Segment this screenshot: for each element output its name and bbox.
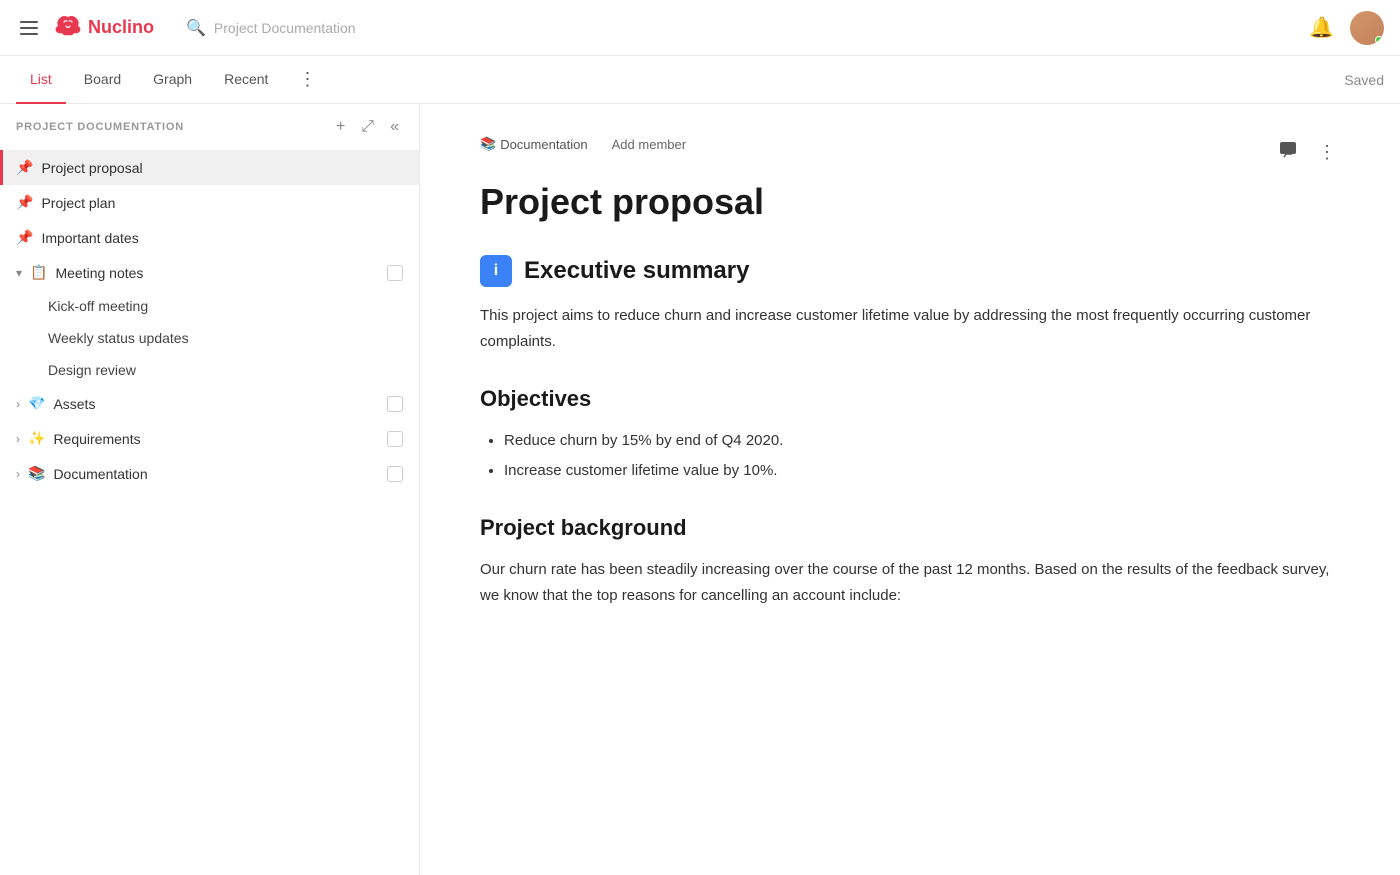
sidebar-item-label: Meeting notes	[55, 265, 379, 281]
top-right-actions: 🔔	[1309, 11, 1384, 45]
sidebar-item-weekly-status[interactable]: Weekly status updates	[32, 322, 419, 354]
sidebar-title: PROJECT DOCUMENTATION	[16, 121, 324, 133]
objective-item: Increase customer lifetime value by 10%.	[504, 458, 1340, 484]
sidebar-item-label: Project plan	[41, 195, 403, 211]
sidebar-header-actions: + ⤢ «	[332, 116, 403, 138]
pin-icon: 📌	[16, 229, 33, 246]
objectives-heading: Objectives	[480, 386, 1340, 412]
sparkle-icon: ✨	[28, 430, 45, 447]
sidebar-item-design-review[interactable]: Design review	[32, 354, 419, 386]
sidebar-item-project-plan[interactable]: 📌 Project plan	[0, 185, 419, 220]
comments-button[interactable]	[1274, 136, 1302, 169]
tab-recent[interactable]: Recent	[210, 56, 282, 104]
sidebar-item-kickoff[interactable]: Kick-off meeting	[32, 290, 419, 322]
project-background-heading: Project background	[480, 515, 1340, 541]
item-checkbox[interactable]	[387, 265, 403, 281]
breadcrumb: 📚 Documentation Add member	[480, 136, 686, 152]
child-item-label: Kick-off meeting	[48, 298, 148, 314]
sidebar-item-requirements[interactable]: › ✨ Requirements	[0, 421, 419, 456]
notifications-icon[interactable]: 🔔	[1309, 15, 1334, 40]
tab-board[interactable]: Board	[70, 56, 135, 104]
section-executive-summary: i Executive summary This project aims to…	[480, 255, 1340, 354]
saved-status: Saved	[1344, 72, 1384, 88]
logo[interactable]: Nuclino	[54, 14, 154, 42]
books-icon: 📚	[28, 465, 45, 482]
objectives-list: Reduce churn by 15% by end of Q4 2020. I…	[480, 428, 1340, 483]
hamburger-menu[interactable]	[16, 17, 42, 39]
section-objectives: Objectives Reduce churn by 15% by end of…	[480, 386, 1340, 483]
sidebar: PROJECT DOCUMENTATION + ⤢ « 📌 Project pr…	[0, 104, 420, 875]
sidebar-item-label: Documentation	[53, 466, 379, 482]
chevron-right-icon: ›	[16, 397, 20, 411]
search-icon: 🔍	[186, 18, 206, 38]
child-item-label: Weekly status updates	[48, 330, 189, 346]
content-area: 📚 Documentation Add member ⋮ Project pro…	[420, 104, 1400, 875]
breadcrumb-label: Documentation	[500, 137, 587, 152]
item-checkbox[interactable]	[387, 466, 403, 482]
child-item-label: Design review	[48, 362, 136, 378]
pin-icon: 📌	[16, 194, 33, 211]
chevron-right-icon: ›	[16, 432, 20, 446]
chevron-down-icon: ▾	[16, 266, 22, 280]
section-heading: i Executive summary	[480, 255, 1340, 287]
tab-list[interactable]: List	[16, 56, 66, 104]
add-member-link[interactable]: Add member	[612, 137, 686, 152]
sidebar-item-label: Assets	[53, 396, 379, 412]
diamond-icon: 💎	[28, 395, 45, 412]
more-options-icon[interactable]: ⋮	[290, 65, 324, 94]
sidebar-item-documentation[interactable]: › 📚 Documentation	[0, 456, 419, 491]
sidebar-item-assets[interactable]: › 💎 Assets	[0, 386, 419, 421]
search-bar[interactable]: 🔍 Project Documentation	[186, 18, 586, 38]
section-project-background: Project background Our churn rate has be…	[480, 515, 1340, 608]
logo-brain-icon	[54, 14, 82, 42]
item-checkbox[interactable]	[387, 431, 403, 447]
item-checkbox[interactable]	[387, 396, 403, 412]
sidebar-item-label: Project proposal	[41, 160, 403, 176]
sidebar-header: PROJECT DOCUMENTATION + ⤢ «	[0, 104, 419, 150]
breadcrumb-documentation-link[interactable]: 📚 Documentation	[480, 136, 588, 152]
more-doc-options-button[interactable]: ⋮	[1314, 138, 1340, 167]
section-heading-text: Executive summary	[524, 257, 749, 285]
breadcrumb-docs-icon: 📚	[480, 136, 496, 152]
doc-header-row: 📚 Documentation Add member ⋮	[480, 136, 1340, 172]
tab-graph[interactable]: Graph	[139, 56, 206, 104]
logo-text: Nuclino	[88, 17, 154, 38]
meeting-notes-children: Kick-off meeting Weekly status updates D…	[0, 290, 419, 386]
sidebar-item-important-dates[interactable]: 📌 Important dates	[0, 220, 419, 255]
collapse-sidebar-button[interactable]: «	[386, 116, 403, 138]
executive-summary-body: This project aims to reduce churn and in…	[480, 303, 1340, 354]
top-nav: Nuclino 🔍 Project Documentation 🔔	[0, 0, 1400, 56]
avatar[interactable]	[1350, 11, 1384, 45]
document-title: Project proposal	[480, 180, 1340, 223]
tab-bar: List Board Graph Recent ⋮ Saved	[0, 56, 1400, 104]
notes-icon: 📋	[30, 264, 47, 281]
online-status-dot	[1375, 36, 1383, 44]
doc-action-buttons: ⋮	[1274, 136, 1340, 169]
add-item-button[interactable]: +	[332, 116, 349, 138]
sidebar-item-label: Important dates	[41, 230, 403, 246]
sidebar-item-project-proposal[interactable]: 📌 Project proposal	[0, 150, 419, 185]
sidebar-item-label: Requirements	[53, 431, 379, 447]
info-section-icon: i	[480, 255, 512, 287]
objective-item: Reduce churn by 15% by end of Q4 2020.	[504, 428, 1340, 454]
sidebar-item-meeting-notes[interactable]: ▾ 📋 Meeting notes	[0, 255, 419, 290]
search-placeholder: Project Documentation	[214, 20, 356, 36]
pin-icon: 📌	[16, 159, 33, 176]
chevron-right-icon: ›	[16, 467, 20, 481]
project-background-body: Our churn rate has been steadily increas…	[480, 557, 1340, 608]
expand-button[interactable]: ⤢	[357, 116, 378, 138]
main-layout: PROJECT DOCUMENTATION + ⤢ « 📌 Project pr…	[0, 104, 1400, 875]
